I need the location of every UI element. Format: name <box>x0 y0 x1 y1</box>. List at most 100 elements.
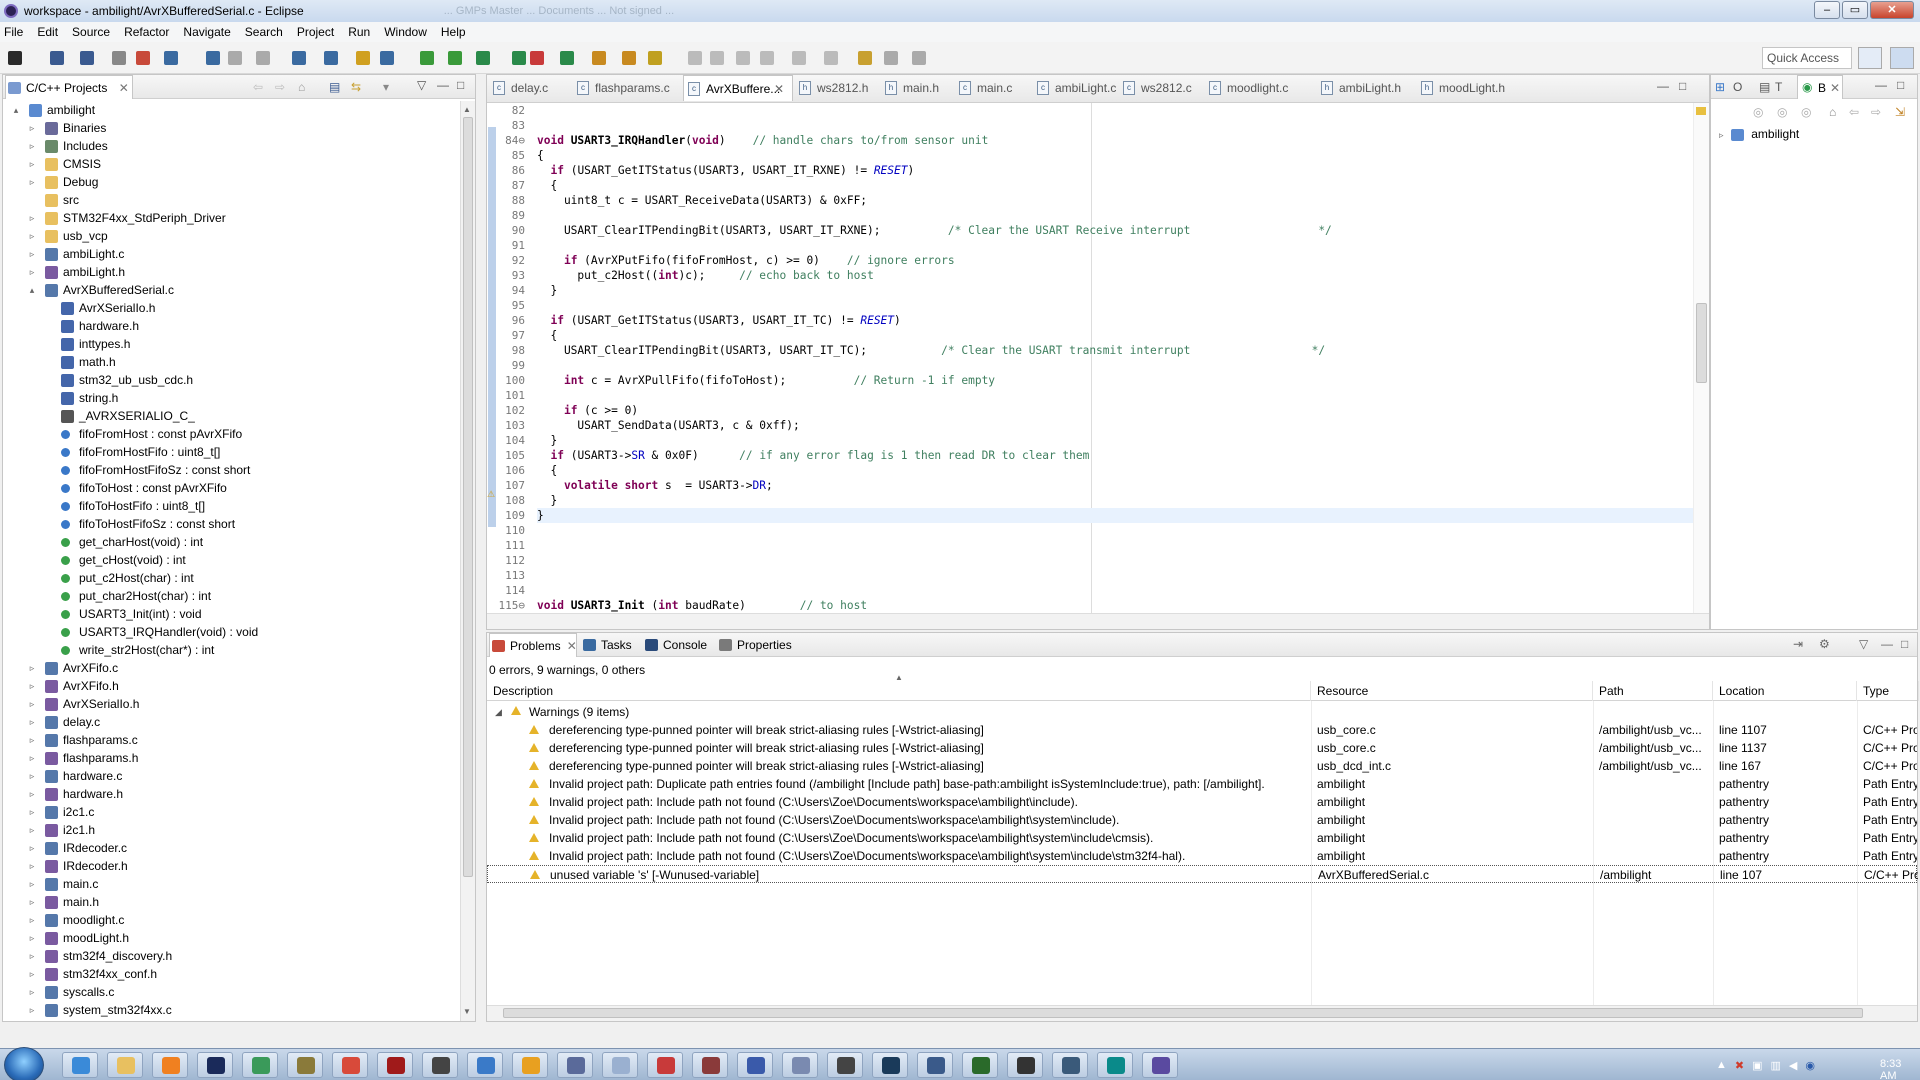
tab-build-targets[interactable]: ◉ B ✕ <box>1797 75 1843 99</box>
clock[interactable]: 8:33 AM <box>1880 1058 1920 1080</box>
editor-hscrollbar[interactable] <box>487 613 1709 629</box>
show-hidden-icon[interactable]: ▲ <box>1716 1059 1727 1072</box>
tree-item[interactable]: ▹ delay.c <box>3 713 459 731</box>
editor-tab-10[interactable]: h ambiLight.h <box>1317 75 1415 101</box>
close-icon[interactable]: ✕ <box>1830 81 1840 95</box>
tree-item[interactable]: USART3_IRQHandler(void) : void <box>3 623 459 641</box>
code-line[interactable]: } <box>537 433 557 448</box>
toolbar-icon-5[interactable] <box>136 51 150 65</box>
tree-item[interactable]: ▹ stm32f4_discovery.h <box>3 947 459 965</box>
expand-icon[interactable]: ▹ <box>27 731 37 749</box>
taskbar-photoshop-icon[interactable] <box>197 1052 233 1078</box>
toolbar-icon-15[interactable] <box>448 51 462 65</box>
toolbar-icon-16[interactable] <box>476 51 490 65</box>
editor-tab-9[interactable]: c moodlight.c <box>1205 75 1315 101</box>
expand-icon[interactable]: ▹ <box>27 785 37 803</box>
code-line[interactable]: { <box>537 178 557 193</box>
toolbar-icon-20[interactable] <box>592 51 606 65</box>
toolbar-icon-27[interactable] <box>792 51 806 65</box>
taskbar-inkscape-icon[interactable] <box>827 1052 863 1078</box>
toolbar-icon-17[interactable] <box>512 51 526 65</box>
tree-item[interactable]: ▹ i2c1.h <box>3 821 459 839</box>
expand-icon[interactable]: ▹ <box>27 857 37 875</box>
tree-item[interactable]: string.h <box>3 389 459 407</box>
taskbar-media-player-icon[interactable] <box>152 1052 188 1078</box>
target-icon[interactable]: ◎ <box>1777 105 1787 119</box>
problem-row[interactable]: dereferencing type-punned pointer will b… <box>487 757 1917 775</box>
expand-icon[interactable]: ▹ <box>27 911 37 929</box>
tree-item[interactable]: USART3_Init(int) : void <box>3 605 459 623</box>
tree-item[interactable]: math.h <box>3 353 459 371</box>
maximize-view-icon[interactable]: □ <box>1897 78 1904 92</box>
tree-item[interactable]: write_str2Host(char*) : int <box>3 641 459 659</box>
problems-hscrollbar[interactable] <box>487 1005 1917 1021</box>
link-editor-icon[interactable]: ⇆ <box>351 80 361 94</box>
tree-item[interactable]: fifoFromHost : const pAvrXFifo <box>3 425 459 443</box>
code-line[interactable]: if (USART_GetITStatus(USART3, USART_IT_R… <box>537 163 914 178</box>
expand-icon[interactable]: ▹ <box>27 875 37 893</box>
taskbar-media-icon[interactable] <box>1007 1052 1043 1078</box>
toolbar-icon-24[interactable] <box>710 51 724 65</box>
expand-icon[interactable]: ▹ <box>27 839 37 857</box>
expand-icon[interactable]: ▹ <box>27 155 37 173</box>
minimize-editor-icon[interactable]: — <box>1657 79 1669 93</box>
maximize-editor-icon[interactable]: □ <box>1679 79 1686 93</box>
maximize-button[interactable]: ▭ <box>1842 1 1868 19</box>
taskbar-app-circle-icon[interactable] <box>287 1052 323 1078</box>
maximize-view-icon[interactable]: □ <box>1901 637 1908 651</box>
tree-item[interactable]: ▹ hardware.c <box>3 767 459 785</box>
code-line[interactable]: } <box>537 493 557 508</box>
menu-search[interactable]: Search <box>245 25 283 39</box>
tab-properties[interactable]: Properties <box>717 633 807 657</box>
editor-tab-3[interactable]: c AvrXBuffere... ✕ <box>683 75 793 101</box>
editor-tab-1[interactable]: c delay.c <box>489 75 571 101</box>
menu-navigate[interactable]: Navigate <box>183 25 230 39</box>
taskbar-globe-icon[interactable] <box>467 1052 503 1078</box>
toolbar-icon-14[interactable] <box>420 51 434 65</box>
open-perspective-icon[interactable] <box>1858 47 1882 69</box>
network-icon[interactable]: ▥ <box>1771 1059 1781 1072</box>
editor-tab-7[interactable]: c ambiLight.c <box>1033 75 1117 101</box>
focus-icon[interactable]: ⇥ <box>1793 637 1803 651</box>
column-header-description[interactable]: Description <box>487 681 1311 701</box>
code-line[interactable]: { <box>537 328 557 343</box>
tab-console[interactable]: Console <box>643 633 713 657</box>
problem-row[interactable]: Invalid project path: Include path not f… <box>487 829 1917 847</box>
hide-icon[interactable]: ⇲ <box>1895 105 1905 119</box>
column-header-resource[interactable]: Resource <box>1311 681 1593 701</box>
expand-icon[interactable]: ▴ <box>11 101 21 119</box>
code-line[interactable]: USART_ClearITPendingBit(USART3, USART_IT… <box>537 223 1332 238</box>
minimize-view-icon[interactable]: — <box>1881 637 1893 651</box>
toolbar-icon-23[interactable] <box>688 51 702 65</box>
tree-item[interactable]: stm32_ub_usb_cdc.h <box>3 371 459 389</box>
minimize-view-icon[interactable]: — <box>437 78 449 92</box>
code-line[interactable]: if (AvrXPutFifo(fifoFromHost, c) >= 0) /… <box>537 253 955 268</box>
menu-refactor[interactable]: Refactor <box>124 25 169 39</box>
toolbar-icon-3[interactable] <box>80 51 94 65</box>
tree-item[interactable]: hardware.h <box>3 317 459 335</box>
expand-icon[interactable]: ▹ <box>27 245 37 263</box>
taskbar-arduino-ide-icon[interactable] <box>1097 1052 1133 1078</box>
code-line[interactable]: volatile short s = USART3->DR; <box>537 478 773 493</box>
taskbar-acrobat-icon[interactable] <box>377 1052 413 1078</box>
editor-tab-6[interactable]: c main.c <box>955 75 1031 101</box>
toolbar-icon-28[interactable] <box>824 51 838 65</box>
toolbar-icon-18[interactable] <box>530 51 544 65</box>
scroll-down-icon[interactable]: ▼ <box>463 1007 473 1017</box>
code-line[interactable]: void USART3_Init (int baudRate) // to ho… <box>537 598 867 613</box>
taskbar-archive-icon[interactable] <box>692 1052 728 1078</box>
refresh-icon[interactable]: ◎ <box>1801 105 1811 119</box>
toolbar-icon-31[interactable] <box>912 51 926 65</box>
tree-item[interactable]: ▹ i2c1.c <box>3 803 459 821</box>
editor-tab-4[interactable]: h ws2812.h <box>795 75 879 101</box>
filter-icon[interactable]: ⚙ <box>1819 637 1830 651</box>
toolbar-icon-30[interactable] <box>884 51 898 65</box>
minimize-button[interactable]: – <box>1814 1 1840 19</box>
toolbar-icon-19[interactable] <box>560 51 574 65</box>
expand-icon[interactable]: ▹ <box>27 119 37 137</box>
taskbar-chrome-icon[interactable] <box>332 1052 368 1078</box>
menu-help[interactable]: Help <box>441 25 466 39</box>
expand-icon[interactable]: ▹ <box>27 227 37 245</box>
toolbar-icon-26[interactable] <box>760 51 774 65</box>
expand-icon[interactable]: ▴ <box>27 281 37 299</box>
